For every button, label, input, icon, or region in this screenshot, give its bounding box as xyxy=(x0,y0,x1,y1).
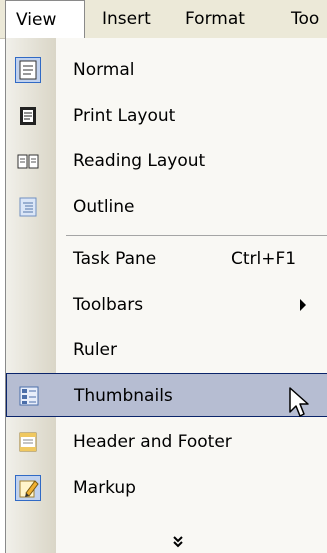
menu-tools[interactable]: Too xyxy=(291,0,319,38)
menu-item-outline[interactable]: Outline xyxy=(6,185,327,229)
menu-format[interactable]: Format xyxy=(185,0,245,38)
view-menu-dropdown: Normal Print Layout Reading Layout Outli… xyxy=(5,38,327,553)
menu-item-normal[interactable]: Normal xyxy=(6,48,327,92)
menu-item-task-pane[interactable]: Task Pane Ctrl+F1 xyxy=(6,237,327,281)
normal-view-icon xyxy=(15,57,41,83)
menu-view[interactable]: View xyxy=(5,0,85,38)
menu-item-print-layout[interactable]: Print Layout xyxy=(6,94,327,138)
submenu-arrow-icon xyxy=(300,299,306,311)
menu-item-label: Task Pane xyxy=(73,249,157,269)
menu-separator xyxy=(66,235,327,236)
menu-item-label: Toolbars xyxy=(73,295,144,315)
menu-insert[interactable]: Insert xyxy=(102,0,151,38)
menu-item-shortcut: Ctrl+F1 xyxy=(231,249,297,269)
menu-item-label: Thumbnails xyxy=(74,386,173,406)
menu-item-reading-layout[interactable]: Reading Layout xyxy=(6,139,327,183)
menu-item-label: Print Layout xyxy=(73,106,176,126)
markup-icon xyxy=(15,475,41,501)
menu-item-toolbars[interactable]: Toolbars xyxy=(6,283,327,327)
menu-item-markup[interactable]: Markup xyxy=(6,466,327,510)
menu-bar: View Insert Format Too xyxy=(0,0,327,39)
mouse-pointer-icon xyxy=(288,386,312,424)
thumbnails-icon xyxy=(16,383,42,409)
menu-item-header-footer[interactable]: Header and Footer xyxy=(6,420,327,464)
menu-item-label: Normal xyxy=(73,60,135,80)
expand-menu-chevron-icon[interactable] xyxy=(171,535,185,553)
menu-item-label: Header and Footer xyxy=(73,432,232,452)
print-layout-icon xyxy=(15,103,41,129)
menu-item-label: Outline xyxy=(73,197,135,217)
menu-item-label: Ruler xyxy=(73,340,117,360)
outline-icon xyxy=(15,194,41,220)
reading-layout-icon xyxy=(15,148,41,174)
header-footer-icon xyxy=(15,429,41,455)
menu-item-thumbnails[interactable]: Thumbnails xyxy=(6,373,327,417)
menu-item-ruler[interactable]: Ruler xyxy=(6,328,327,372)
menu-item-label: Markup xyxy=(73,478,136,498)
menu-item-label: Reading Layout xyxy=(73,151,206,171)
